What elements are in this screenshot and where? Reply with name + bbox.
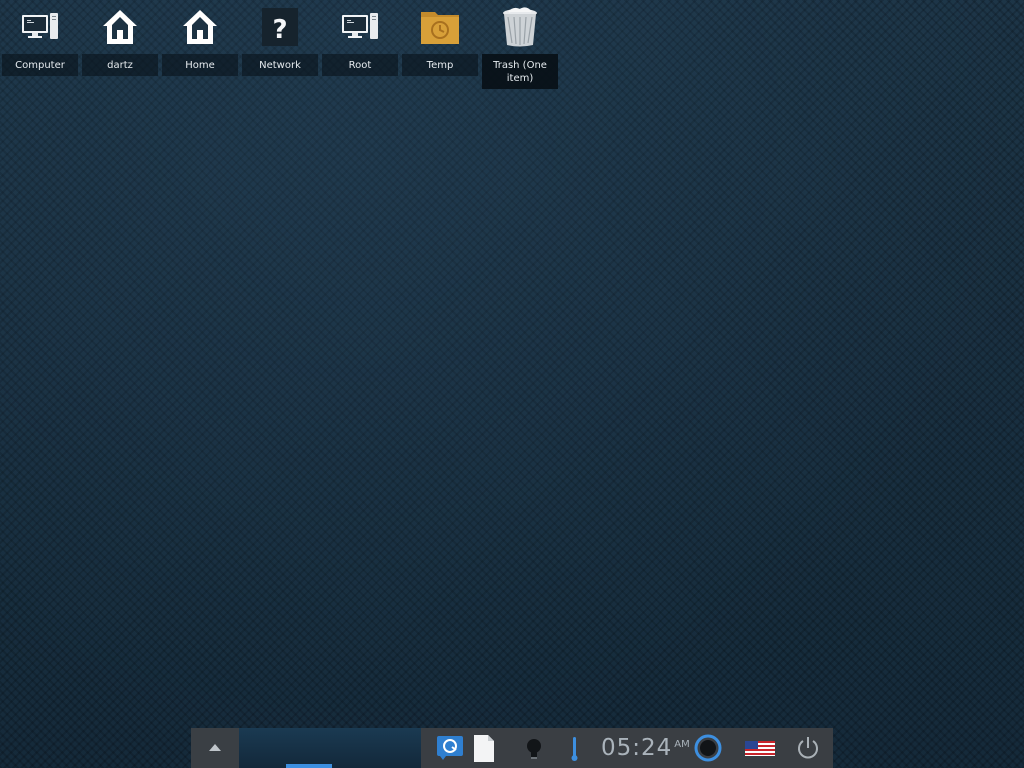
clipboard-document-icon <box>474 735 494 762</box>
volume-tray-item[interactable] <box>563 728 587 768</box>
unknown-question-icon: ? <box>262 8 298 46</box>
task-manager[interactable] <box>239 728 421 768</box>
show-panel-button[interactable] <box>191 728 239 768</box>
active-task-indicator <box>286 764 332 768</box>
volume-level-icon <box>571 737 578 761</box>
desktop-icon-label: Trash (One item) <box>482 54 558 89</box>
desktop-icon-label: Temp <box>402 54 478 76</box>
trash-full-icon <box>503 7 537 47</box>
desktop-icon-label: Network <box>242 54 318 76</box>
software-updater-icon <box>437 736 463 760</box>
temp-folder-icon <box>421 12 459 44</box>
home-icon <box>183 10 217 44</box>
clock-period: AM <box>674 739 690 750</box>
power-icon <box>798 737 818 759</box>
taskbar: 05:24 AM <box>191 728 833 768</box>
lightbulb-icon <box>527 739 541 759</box>
keyboard-layout-tray-item[interactable] <box>743 728 777 768</box>
clock[interactable]: 05:24 AM <box>601 733 690 763</box>
chevron-up-icon <box>209 744 221 751</box>
svg-text:?: ? <box>272 15 287 45</box>
desktop-icons: Computer dartz Home ? Network Root Temp … <box>0 0 600 95</box>
updater-tray-item[interactable] <box>435 728 465 768</box>
us-flag-icon <box>745 741 775 756</box>
system-tray: 05:24 AM <box>421 728 833 768</box>
desktop-icon-label: Root <box>322 54 398 76</box>
clipboard-tray-item[interactable] <box>471 728 497 768</box>
desktop-icon-label: Computer <box>2 54 78 76</box>
network-ring-icon <box>694 734 722 762</box>
computer-icon <box>22 13 58 39</box>
clock-time: 05:24 <box>601 735 673 761</box>
computer-icon <box>342 13 378 39</box>
desktop-icon-label: Home <box>162 54 238 76</box>
network-status-tray-item[interactable] <box>693 728 723 768</box>
home-folder-icon <box>103 10 137 44</box>
desktop-icon-label: dartz <box>82 54 158 76</box>
notifications-tray-item[interactable] <box>521 728 547 768</box>
power-tray-item[interactable] <box>793 728 823 768</box>
